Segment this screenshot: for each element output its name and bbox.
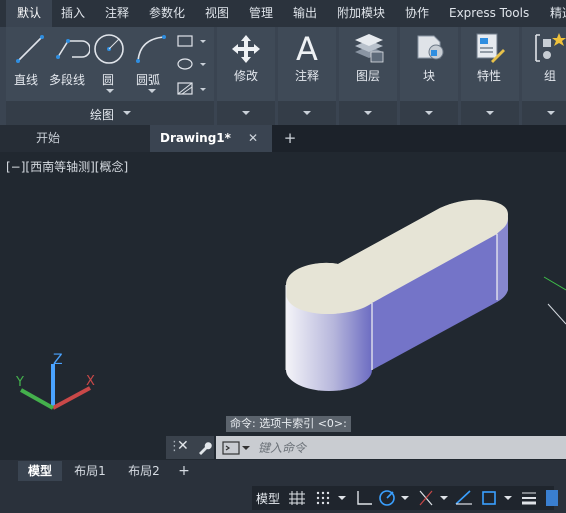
3d-model-canvas: Z Y X	[15, 199, 566, 410]
layers-expand-icon[interactable]	[364, 111, 372, 115]
command-line[interactable]: 键入命令	[216, 436, 566, 459]
move-icon	[232, 35, 260, 63]
modify-expand-icon[interactable]	[242, 111, 250, 115]
polyline-tool[interactable]: 多段线	[48, 31, 94, 91]
ribbon-tab-insert[interactable]: 插入	[61, 0, 85, 27]
arc-label: 圆弧	[136, 73, 161, 87]
group-label: 组	[544, 69, 557, 83]
ribbon-tab-home[interactable]: 默认	[6, 0, 52, 27]
group-icon	[535, 33, 566, 62]
draw-panel: 直线 多段线 圆 圆弧 绘图	[6, 27, 214, 125]
layout-tab-bar: 模型 布局1 布局2 +	[0, 460, 566, 482]
draw-panel-title-bar[interactable]: 绘图	[6, 101, 214, 125]
ucs-z-label: Z	[53, 352, 63, 368]
arc-tool[interactable]: 圆弧	[132, 31, 172, 93]
add-layout-button[interactable]: +	[174, 461, 194, 481]
annotate-panel[interactable]: A 注释	[278, 27, 336, 125]
annotate-expand-icon[interactable]	[303, 111, 311, 115]
line-label: 直线	[14, 73, 39, 87]
ribbon-tab-view[interactable]: 视图	[205, 0, 229, 27]
status-bar: 模型	[0, 482, 566, 513]
command-dropdown-icon[interactable]	[242, 446, 250, 450]
block-expand-icon[interactable]	[425, 111, 433, 115]
ortho-icon[interactable]	[357, 491, 372, 505]
group-panel[interactable]: 组	[522, 27, 566, 125]
properties-panel[interactable]: 特性	[461, 27, 519, 125]
polar-icon[interactable]	[379, 490, 395, 506]
properties-label: 特性	[477, 69, 502, 83]
line-tool[interactable]: 直线	[10, 31, 48, 91]
command-line-controls: ⋮ ✕	[166, 436, 214, 459]
command-history: 命令: 选项卡索引 <0>:	[226, 416, 351, 432]
ucs-icon	[20, 364, 91, 410]
ribbon-tab-manage[interactable]: 管理	[249, 0, 273, 27]
layers-panel[interactable]: 图层	[339, 27, 397, 125]
small-draw-tools	[177, 35, 206, 95]
arc-dropdown-icon[interactable]	[148, 89, 156, 93]
draw-panel-title: 绘图	[90, 108, 115, 122]
properties-expand-icon[interactable]	[486, 111, 494, 115]
block-label: 块	[423, 69, 436, 83]
snap-icon[interactable]	[316, 491, 330, 505]
new-tab-button[interactable]: +	[280, 125, 300, 152]
tab-layout2[interactable]: 布局2	[120, 461, 168, 481]
ribbon-tab-collaborate[interactable]: 协作	[405, 0, 429, 27]
annotate-label: 注释	[295, 69, 320, 83]
command-prompt-icon[interactable]	[222, 441, 240, 455]
line-icon	[16, 35, 44, 63]
tab-start-label: 开始	[36, 131, 61, 145]
command-input[interactable]: 键入命令	[258, 439, 306, 456]
tab-model[interactable]: 模型	[18, 461, 62, 481]
osnap-tracking-icon[interactable]	[455, 490, 472, 505]
text-a-icon: A	[296, 32, 318, 64]
document-tab-bar: 开始 Drawing1* ✕ +	[0, 125, 566, 152]
ribbon-tab-featured[interactable]: 精选	[550, 0, 566, 27]
modify-label: 修改	[234, 69, 259, 83]
polyline-icon	[56, 39, 90, 59]
drawing-viewport[interactable]: [−][西南等轴测][概念] Z Y X 命令: 选项卡索引 <0>:	[0, 152, 566, 460]
ribbon-tab-bar: 默认 插入 注释 参数化 视图 管理 输出 附加模块 协作 Express To…	[0, 0, 566, 27]
ribbon-tab-addons[interactable]: 附加模块	[337, 0, 385, 27]
ribbon-tab-express-tools[interactable]: Express Tools	[449, 0, 529, 27]
ribbon: 直线 多段线 圆 圆弧 绘图 修改 A 注释 图层 块 特性 组	[0, 27, 566, 125]
tab-drawing1[interactable]: Drawing1* ✕	[150, 125, 272, 152]
block-icon	[417, 35, 444, 60]
grid-icon[interactable]	[289, 491, 305, 505]
polyline-label: 多段线	[49, 73, 86, 87]
tab-start[interactable]: 开始	[0, 125, 150, 152]
status-toggles	[289, 490, 558, 506]
circle-dropdown-icon[interactable]	[106, 89, 114, 93]
transparency-icon[interactable]	[546, 490, 558, 506]
circle-tool[interactable]: 圆	[92, 31, 128, 93]
wrench-icon[interactable]	[196, 440, 212, 456]
tab-drawing1-label: Drawing1*	[160, 131, 231, 145]
modify-panel[interactable]: 修改	[217, 27, 275, 125]
model-space-button[interactable]: 模型	[256, 490, 280, 507]
ribbon-tab-parametric[interactable]: 参数化	[149, 0, 185, 27]
circle-icon	[94, 34, 124, 64]
ribbon-tab-annotate[interactable]: 注释	[105, 0, 129, 27]
block-panel[interactable]: 块	[400, 27, 458, 125]
properties-icon	[476, 33, 505, 63]
circle-label: 圆	[102, 73, 115, 87]
group-expand-icon[interactable]	[547, 111, 555, 115]
isodraft-icon[interactable]	[419, 490, 433, 506]
arc-icon	[136, 35, 166, 63]
layers-label: 图层	[356, 69, 381, 83]
draw-panel-expand-icon[interactable]	[123, 111, 131, 115]
ucs-y-label: Y	[15, 375, 24, 390]
layers-icon	[355, 34, 384, 63]
ucs-x-label: X	[86, 374, 95, 389]
ribbon-tab-output[interactable]: 输出	[293, 0, 317, 27]
tab-layout1[interactable]: 布局1	[66, 461, 114, 481]
object-snap-icon[interactable]	[482, 491, 496, 505]
lineweight-icon[interactable]	[522, 492, 536, 505]
close-icon[interactable]: ✕	[248, 125, 258, 152]
close-command-icon[interactable]: ✕	[177, 438, 189, 454]
svg-text:A: A	[296, 32, 318, 64]
